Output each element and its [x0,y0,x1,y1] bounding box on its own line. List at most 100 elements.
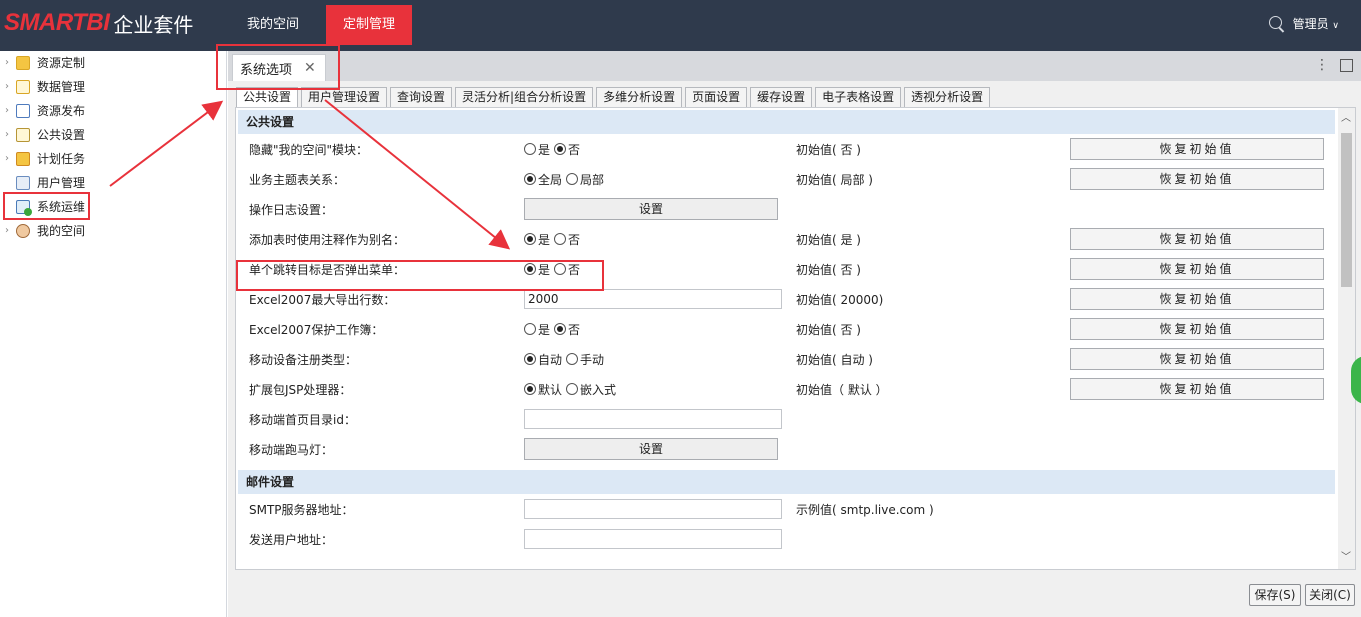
top-bar: SMARTBI 企业套件 我的空间 定制管理 管理员 ∨ [0,0,1361,51]
setting-row-sender-address: 发送用户地址： [236,524,1336,554]
setting-row-jsp-handler: 扩展包JSP处理器： 默认 嵌入式 初始值（ 默认 ） 恢复初始值 [236,374,1336,404]
smtp-server-input[interactable] [524,499,782,519]
radio-group: 自动 手动 [524,348,608,370]
sidebar-item-label: 资源发布 [37,104,86,118]
expand-arrow-icon[interactable]: › [0,147,14,171]
smartbi-logo: SMARTBI 企业套件 [4,8,193,38]
mobile-marquee-settings-button[interactable]: 设置 [524,438,778,460]
vertical-scrollbar[interactable]: ︿ ﹀ [1338,108,1355,569]
nav-tab-custom-management[interactable]: 定制管理 [326,5,412,45]
setting-label: 业务主题表关系： [249,173,346,187]
setting-row-excel-protect: Excel2007保护工作簿： 是 否 初始值( 否 ) 恢复初始值 [236,314,1336,344]
restore-default-button[interactable]: 恢复初始值 [1070,348,1324,370]
setting-row-hide-my-space: 隐藏"我的空间"模块： 是 否 初始值( 否 ) 恢复初始值 [236,134,1336,164]
subtab-page[interactable]: 页面设置 [685,87,748,107]
person-icon [16,224,30,238]
setting-row-comment-alias: 添加表时使用注释作为别名： 是 否 初始值( 是 ) 恢复初始值 [236,224,1336,254]
sidebar-item-data-management[interactable]: › 数据管理 [0,75,85,99]
subtab-pivot[interactable]: 透视分析设置 [904,87,991,107]
sidebar-item-resource-publish[interactable]: › 资源发布 [0,99,85,123]
expand-arrow-icon[interactable]: › [0,123,14,147]
sidebar-item-label: 计划任务 [37,152,86,166]
initial-value: 初始值( 否 ) [796,323,861,337]
subtab-olap[interactable]: 多维分析设置 [596,87,683,107]
initial-value: 初始值( 自动 ) [796,353,873,367]
sidebar-item-my-space[interactable]: › 我的空间 [0,219,85,243]
expand-arrow-icon[interactable]: › [0,99,14,123]
logo-suite-text: 企业套件 [113,14,194,37]
settings-subtabs: 公共设置 用户管理设置 查询设置 灵活分析|组合分析设置 多维分析设置 页面设置… [236,87,993,107]
section-header-public: 公共设置 [238,110,1335,134]
radio-yes[interactable] [524,323,536,335]
restore-default-button[interactable]: 恢复初始值 [1070,318,1324,340]
radio-default[interactable] [524,383,536,395]
section-header-mail: 邮件设置 [238,470,1335,494]
expand-arrow-icon[interactable]: › [0,219,14,243]
sidebar-item-label: 公共设置 [37,128,86,142]
initial-value: 初始值( 是 ) [796,233,861,247]
radio-group: 是 否 [524,318,584,340]
radio-no[interactable] [554,323,567,335]
close-button[interactable]: 关闭(C) [1305,584,1355,606]
excel-max-rows-input[interactable]: 2000 [524,289,782,309]
annotation-box-system-options-tab [216,44,340,90]
restore-default-button[interactable]: 恢复初始值 [1070,138,1324,160]
radio-auto[interactable] [524,353,536,365]
sidebar-item-label: 我的空间 [37,224,86,238]
sidebar-item-scheduled-tasks[interactable]: › 计划任务 [0,147,85,171]
restore-default-button[interactable]: 恢复初始值 [1070,258,1324,280]
expand-arrow-icon[interactable]: › [0,75,14,99]
sidebar-item-public-settings[interactable]: › 公共设置 [0,123,85,147]
radio-embedded[interactable] [566,383,579,395]
subtab-user-management[interactable]: 用户管理设置 [301,87,388,107]
scroll-down-icon[interactable]: ﹀ [1341,553,1351,563]
sidebar-item-resource-custom[interactable]: › 资源定制 [0,51,85,75]
more-menu-icon[interactable]: ⋮ [1315,58,1329,72]
subtab-cache[interactable]: 缓存设置 [750,87,813,107]
subtab-public-settings[interactable]: 公共设置 [236,87,299,107]
setting-label: Excel2007最大导出行数： [249,293,396,307]
chevron-down-icon: ∨ [1332,21,1339,31]
radio-group: 是 否 [524,138,584,160]
operation-log-settings-button[interactable]: 设置 [524,198,778,220]
radio-no[interactable] [554,233,567,245]
setting-row-mobile-marquee: 移动端跑马灯： 设置 [236,434,1336,464]
radio-group: 默认 嵌入式 [524,378,620,400]
annotation-box-jump-popup-row [236,260,604,291]
setting-label: 扩展包JSP处理器： [249,383,352,397]
search-icon[interactable] [1268,15,1285,32]
radio-local[interactable] [566,173,579,185]
setting-label: 操作日志设置： [249,203,334,217]
subtab-spreadsheet[interactable]: 电子表格设置 [815,87,902,107]
restore-default-button[interactable]: 恢复初始值 [1070,288,1324,310]
radio-manual[interactable] [566,353,579,365]
radio-no[interactable] [554,143,567,155]
setting-row-operation-log: 操作日志设置： 设置 [236,194,1336,224]
document-icon [16,80,30,94]
radio-yes[interactable] [524,143,536,155]
radio-global[interactable] [524,173,536,185]
setting-label: 隐藏"我的空间"模块： [249,143,369,157]
setting-label: SMTP服务器地址： [249,503,354,517]
scroll-thumb[interactable] [1341,133,1352,287]
restore-default-button[interactable]: 恢复初始值 [1070,378,1324,400]
save-button[interactable]: 保存(S) [1249,584,1301,606]
floating-assistant-icon[interactable] [1351,356,1361,404]
rss-folder-icon [16,152,30,166]
setting-label: 移动端首页目录id： [249,413,356,427]
sender-address-input[interactable] [524,529,782,549]
initial-value: 初始值( 否 ) [796,263,861,277]
expand-arrow-icon[interactable]: › [0,51,14,75]
publish-icon [16,104,30,118]
folder-icon [16,56,30,70]
mobile-home-dir-input[interactable] [524,409,782,429]
subtab-flex-analysis[interactable]: 灵活分析|组合分析设置 [455,87,594,107]
subtab-query[interactable]: 查询设置 [390,87,453,107]
nav-tab-my-space[interactable]: 我的空间 [228,5,318,45]
user-menu[interactable]: 管理员 ∨ [1293,15,1339,32]
scroll-up-icon[interactable]: ︿ [1341,114,1351,124]
restore-default-button[interactable]: 恢复初始值 [1070,228,1324,250]
radio-yes[interactable] [524,233,536,245]
maximize-icon[interactable] [1340,59,1353,72]
restore-default-button[interactable]: 恢复初始值 [1070,168,1324,190]
